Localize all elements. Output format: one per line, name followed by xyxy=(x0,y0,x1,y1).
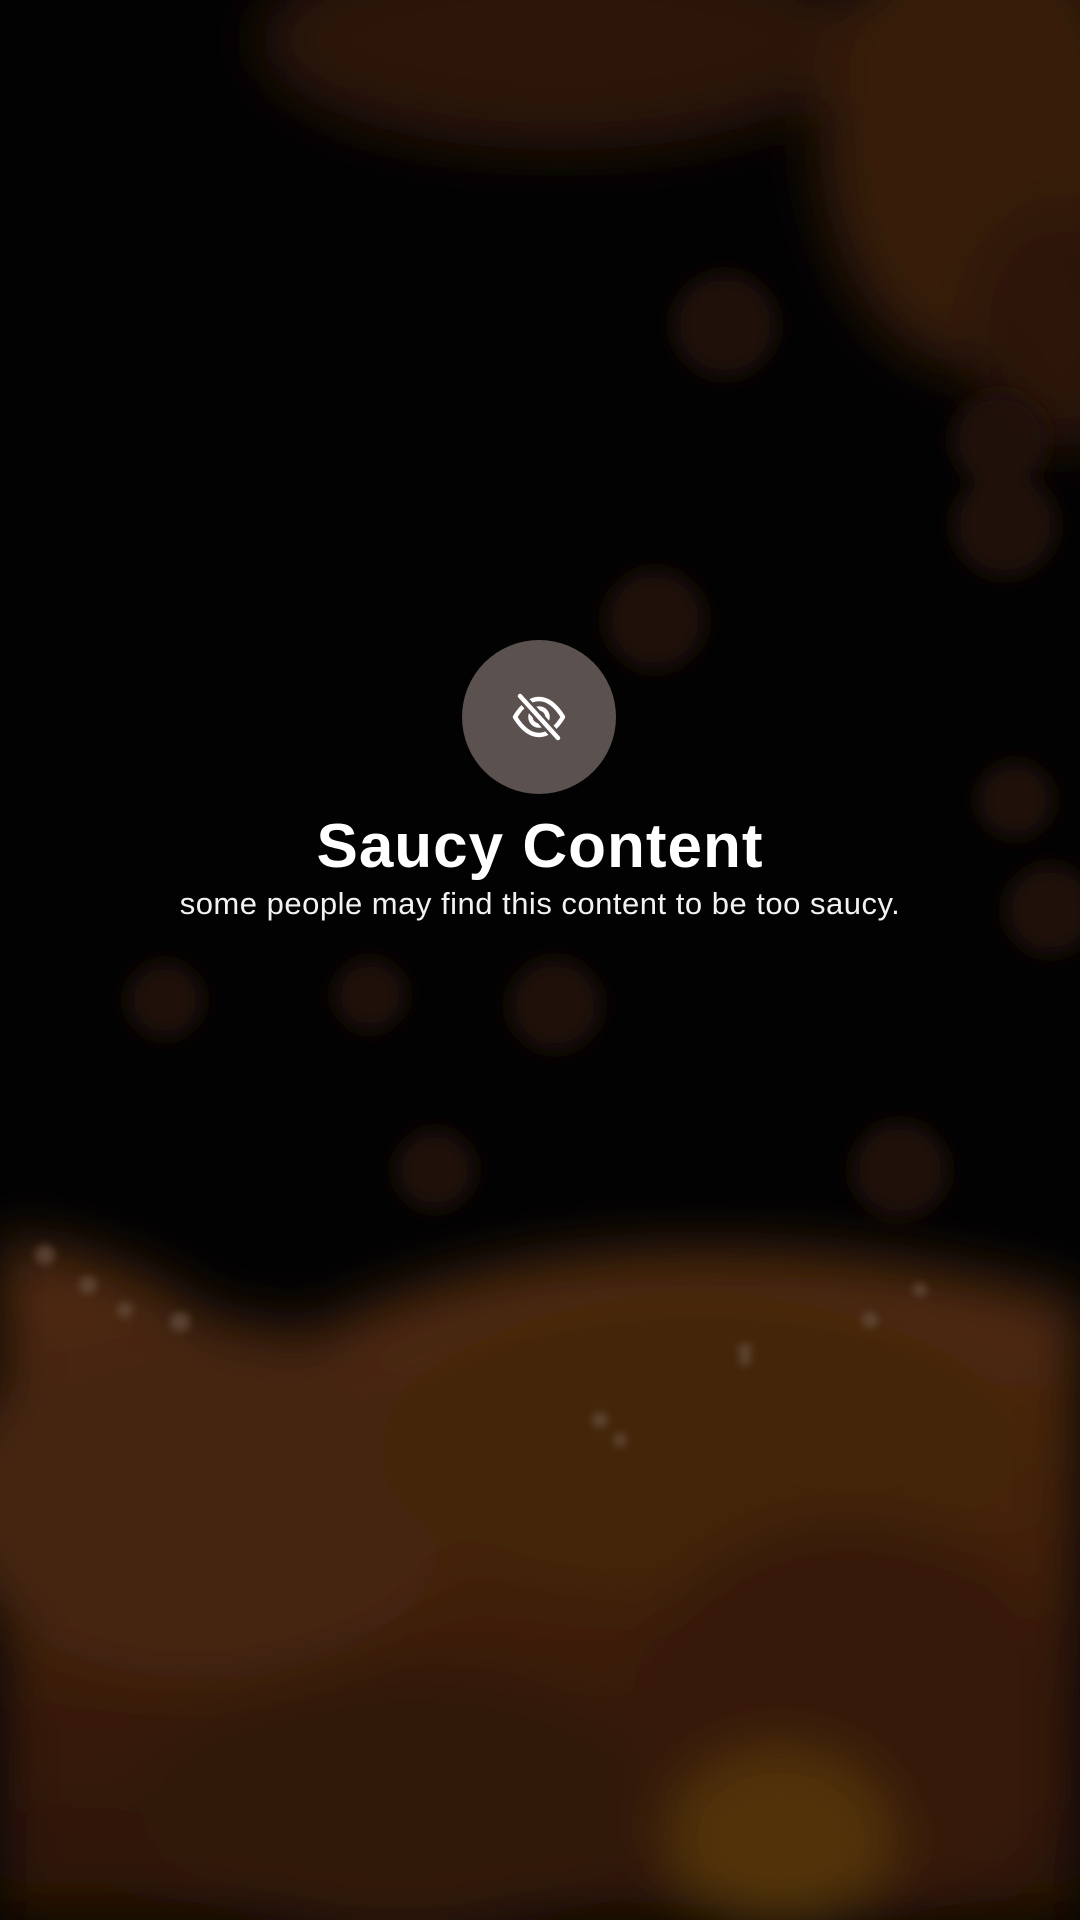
content-hidden-button[interactable] xyxy=(462,640,616,794)
warning-message: some people may find this content to be … xyxy=(179,886,901,921)
warning-title: Saucy Content xyxy=(316,812,764,881)
sensitive-content-screen[interactable]: Saucy Content some people may find this … xyxy=(0,0,1080,1920)
eye-slash-icon xyxy=(512,692,566,742)
blurred-food-video-background xyxy=(0,0,1080,1920)
